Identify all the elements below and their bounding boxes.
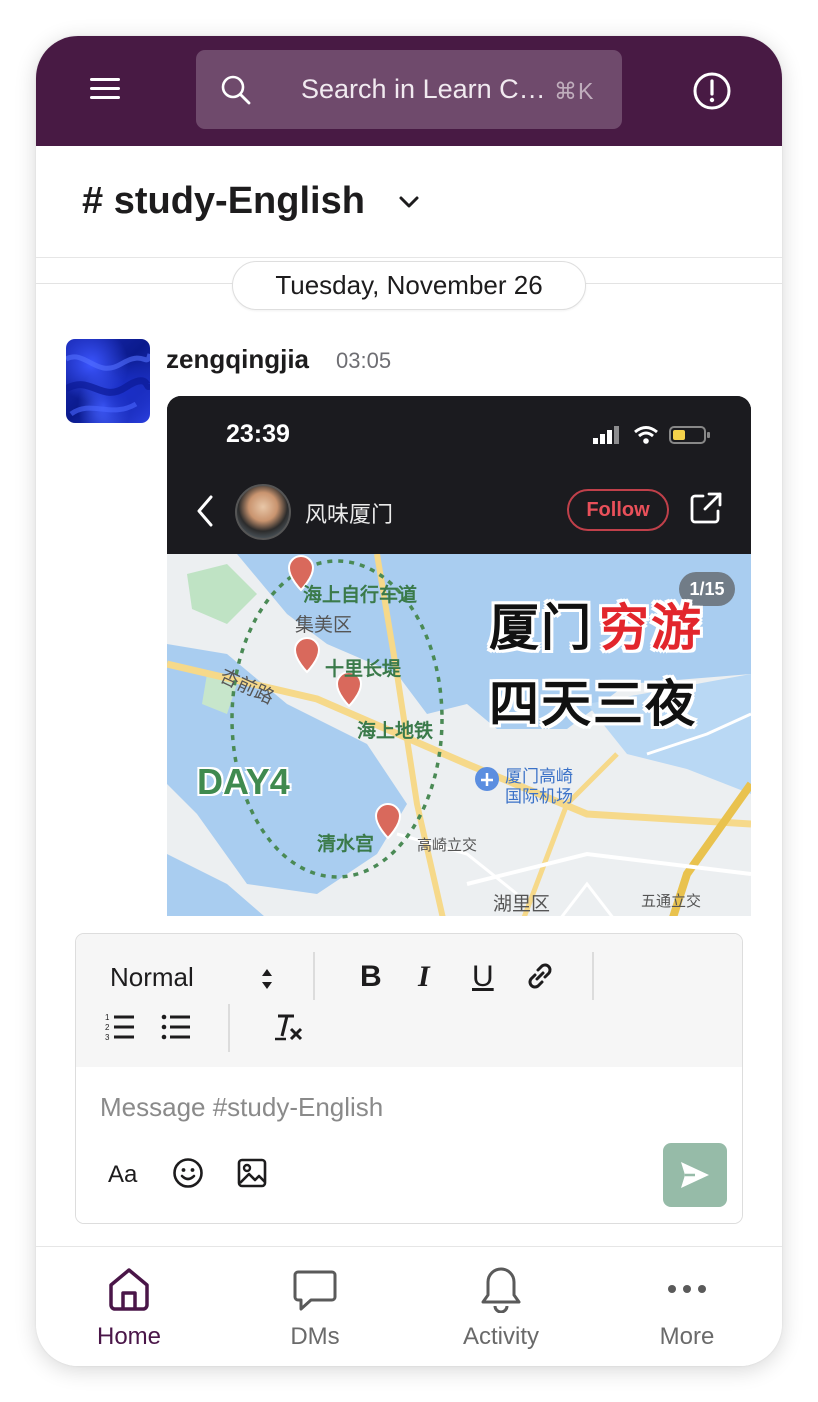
more-dots-icon xyxy=(668,1285,706,1293)
overlay-title: 厦门 xyxy=(489,599,593,657)
map-label: 湖里区 xyxy=(493,894,551,915)
app-window: Search in Learn C… ⌘K # study-English Tu… xyxy=(36,36,782,1366)
image-attachment[interactable]: 23:39 风味厦门 Follow 1/15 海上自行车道 集美区 十里长堤 杏… xyxy=(167,396,751,916)
avatar-texture xyxy=(66,353,150,417)
channel-header: # study-English xyxy=(36,146,782,258)
underline-button[interactable]: U xyxy=(472,960,494,994)
avatar[interactable] xyxy=(66,339,150,423)
message-author[interactable]: zengqingjia xyxy=(166,344,309,375)
chevron-down-icon[interactable] xyxy=(398,194,420,210)
wifi-icon xyxy=(634,426,658,444)
toolbar-divider xyxy=(228,1004,230,1052)
toolbar-divider xyxy=(313,952,315,1000)
nav-label-activity: Activity xyxy=(462,1323,539,1350)
bottom-navigation: Home DMs Activity More xyxy=(36,1246,782,1366)
nav-label-home: Home xyxy=(96,1323,162,1350)
nav-item-more[interactable]: More xyxy=(594,1247,780,1366)
date-divider[interactable]: Tuesday, November 26 xyxy=(232,261,586,310)
share-icon xyxy=(690,492,722,524)
map-label: 清水宫 xyxy=(317,834,375,855)
channel-name[interactable]: # study-English xyxy=(82,180,365,223)
italic-button[interactable]: I xyxy=(418,960,430,994)
post-header: 风味厦门 Follow xyxy=(167,474,751,556)
search-shortcut: ⌘K xyxy=(554,78,595,104)
toolbar-divider xyxy=(592,952,594,1000)
map-label: 集美区 xyxy=(295,615,353,636)
svg-text:3: 3 xyxy=(105,1033,110,1042)
search-icon xyxy=(221,75,251,105)
image-icon[interactable] xyxy=(236,1157,268,1189)
map-image: 1/15 海上自行车道 集美区 十里长堤 杏前路 海上地铁 厦门高崎 国际机场 … xyxy=(167,554,751,916)
map-label: 海上自行车道 xyxy=(303,585,418,606)
top-bar: Search in Learn C… ⌘K xyxy=(36,36,782,146)
bullet-list-icon[interactable] xyxy=(160,1011,192,1043)
map-label: 高崎立交 xyxy=(417,837,478,854)
sort-arrows-icon xyxy=(262,969,272,989)
bell-icon xyxy=(481,1267,521,1313)
message-list[interactable]: Tuesday, November 26 zengqingjia 03:05 2… xyxy=(36,258,782,916)
nav-item-activity[interactable]: Activity xyxy=(408,1247,594,1366)
chat-bubble-icon xyxy=(293,1270,337,1311)
nav-item-home[interactable]: Home xyxy=(36,1247,222,1366)
svg-text:2: 2 xyxy=(105,1023,110,1032)
search-placeholder: Search in Learn C… xyxy=(301,74,546,104)
formatting-toolbar: Normal B I U 1 2 3 xyxy=(76,934,742,1067)
follow-button: Follow xyxy=(567,489,669,531)
menu-icon[interactable] xyxy=(88,74,122,104)
nav-item-dms[interactable]: DMs xyxy=(222,1247,408,1366)
overlay-subtitle: 四天三夜 xyxy=(489,675,697,733)
post-author-avatar xyxy=(235,484,291,540)
formatting-toggle-button[interactable]: Aa xyxy=(108,1161,137,1189)
message-composer: Normal B I U 1 2 3 Message #study-Englis… xyxy=(75,933,743,1224)
back-icon xyxy=(197,495,213,527)
day-label: DAY4 xyxy=(197,761,290,802)
link-icon[interactable] xyxy=(524,960,556,992)
text-style-value: Normal xyxy=(110,962,194,992)
svg-text:1: 1 xyxy=(105,1013,110,1022)
overlay-title-highlight: 穷游 xyxy=(599,599,703,657)
ordered-list-icon[interactable]: 1 2 3 xyxy=(104,1011,136,1043)
clear-formatting-icon[interactable] xyxy=(272,1012,304,1044)
nav-label-more: More xyxy=(659,1323,715,1350)
signal-icon xyxy=(593,426,619,444)
map-label: 国际机场 xyxy=(505,787,573,806)
home-icon xyxy=(109,1268,149,1311)
alert-circle-icon[interactable] xyxy=(692,71,732,111)
map-label: 五通立交 xyxy=(641,893,702,910)
emoji-icon[interactable] xyxy=(172,1157,204,1189)
post-author-name: 风味厦门 xyxy=(305,502,394,527)
send-icon xyxy=(681,1162,709,1188)
map-label: 十里长堤 xyxy=(325,659,402,680)
message-timestamp: 03:05 xyxy=(336,348,392,373)
text-style-select[interactable]: Normal xyxy=(110,962,290,998)
status-time: 23:39 xyxy=(226,420,290,448)
screenshot-status-bar: 23:39 xyxy=(167,396,751,474)
search-bar[interactable]: Search in Learn C… ⌘K xyxy=(196,50,622,129)
battery-icon xyxy=(669,426,710,444)
composer-input-area: Aa xyxy=(76,1067,742,1223)
bold-button[interactable]: B xyxy=(360,960,382,994)
send-button[interactable] xyxy=(663,1143,727,1207)
nav-label-dms: DMs xyxy=(290,1323,340,1350)
map-label: 海上地铁 xyxy=(357,721,434,742)
message-input[interactable] xyxy=(100,1087,720,1127)
